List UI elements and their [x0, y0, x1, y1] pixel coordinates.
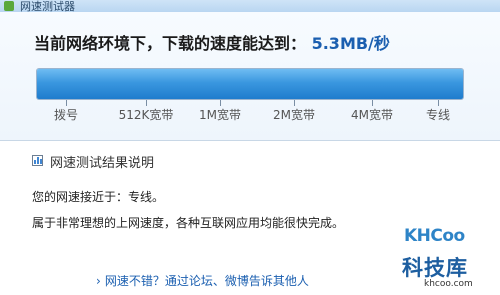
app-icon [4, 1, 14, 11]
scale-label: 拨号 [53, 108, 79, 122]
scale-label: 2M宽带 [273, 108, 315, 122]
scale-label: 1M宽带 [199, 108, 241, 122]
result-header-label: 网速测试结果说明 [50, 156, 155, 171]
arrow-right-icon: › [96, 274, 101, 288]
scale-label: 4M宽带 [351, 108, 393, 122]
speed-progress-fill [37, 69, 463, 99]
result-description: 属于非常理想的上网速度，各种互联网应用均能很快完成。 [32, 216, 345, 230]
watermark-url: khcoo.com [424, 279, 473, 289]
scale-label: 512K宽带 [118, 108, 174, 122]
result-header: 网速测试结果说明 [32, 152, 154, 171]
speed-progress-bar [36, 68, 464, 100]
share-link-label: 网速不错？通过论坛、微博告诉其他人 [104, 274, 309, 288]
scale-label: 专线 [425, 108, 451, 122]
watermark-name: 科技库 [402, 256, 468, 280]
watermark-logo: KHCoo 科技库 khcoo.com [402, 222, 496, 292]
result-summary: 您的网速接近于：专线。 [32, 190, 165, 204]
speed-scale: 拨号 512K宽带 1M宽带 2M宽带 4M宽带 专线 [36, 100, 464, 126]
speed-prefix: 当前网络环境下，下载的速度能达到： [34, 34, 307, 53]
speed-value: 5.3MB/秒 [311, 34, 390, 53]
share-link[interactable]: › 网速不错？通过论坛、微博告诉其他人 [96, 272, 309, 289]
watermark-brand: KHCoo [404, 226, 465, 246]
speed-result-line: 当前网络环境下，下载的速度能达到： 5.3MB/秒 [34, 30, 390, 54]
